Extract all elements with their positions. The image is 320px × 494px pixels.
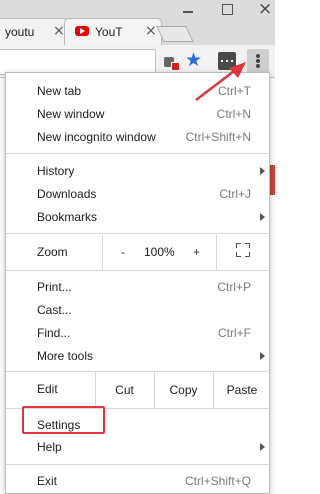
menu-item-label: Edit [37,382,58,396]
youtube-icon [75,26,89,36]
edit-divider [213,372,214,408]
menu-item-label: Downloads [37,187,97,201]
menu-separator [6,153,271,154]
submenu-arrow-icon [260,213,265,221]
maximize-icon[interactable] [219,2,235,16]
menu-item-label: Help [37,440,62,454]
tab-youtube-1[interactable]: youtu × [0,18,68,45]
zoom-divider [216,235,217,270]
menu-item-label: Print... [37,280,72,294]
paste-button[interactable]: Paste [213,375,271,405]
menu-item-label: New incognito window [37,130,156,144]
menu-item-shortcut: Ctrl+F [218,326,251,340]
menu-item-label: Zoom [37,245,68,259]
menu-item-label: Bookmarks [37,210,98,224]
extension-icon[interactable] [218,52,236,70]
menu-item-shortcut: Ctrl+Shift+N [185,130,251,144]
menu-row-edit: Edit Cut Copy Paste [6,372,271,408]
zoom-out-button[interactable]: - [121,245,125,259]
menu-item-print[interactable]: Print... Ctrl+P [6,276,271,298]
menu-item-more-tools[interactable]: More tools [6,345,271,367]
settings-highlight-box [22,406,105,434]
menu-item-downloads[interactable]: Downloads Ctrl+J [6,183,271,205]
tab-close-icon[interactable]: × [145,23,157,39]
menu-separator [6,270,271,271]
menu-item-exit[interactable]: Exit Ctrl+Shift+Q [6,470,271,492]
menu-item-help[interactable]: Help [6,436,271,458]
menu-item-label: History [37,164,75,178]
submenu-arrow-icon [260,443,265,451]
copy-button[interactable]: Copy [154,375,213,405]
menu-item-cast[interactable]: Cast... [6,299,271,321]
new-tab-button[interactable] [156,26,194,42]
menu-item-new-window[interactable]: New window Ctrl+N [6,103,271,125]
minimize-icon[interactable] [180,2,196,16]
window-controls [150,0,275,19]
menu-item-find[interactable]: Find... Ctrl+F [6,322,271,344]
tab-title: youtu [5,25,35,39]
bookmark-star-icon[interactable]: ★ [185,50,202,70]
menu-separator [6,464,271,465]
edit-divider [154,372,155,408]
menu-kebab-icon[interactable] [247,49,269,73]
menu-row-zoom: Zoom - 100% + [6,241,271,265]
menu-item-shortcut: Ctrl+P [217,280,251,294]
cut-button[interactable]: Cut [95,375,154,405]
menu-separator [6,233,271,234]
menu-item-shortcut: Ctrl+Shift+Q [184,474,251,488]
menu-item-new-incognito[interactable]: New incognito window Ctrl+Shift+N [6,126,271,148]
extension-puzzle-icon[interactable] [163,54,180,71]
tab-strip: youtu × YouT × [0,0,275,45]
menu-item-shortcut: Ctrl+N [216,107,251,121]
tab-title: YouT [95,25,123,39]
menu-item-label: Exit [37,474,58,488]
menu-item-new-tab[interactable]: New tab Ctrl+T [6,80,271,102]
menu-item-label: New tab [37,84,82,98]
submenu-arrow-icon [260,167,265,175]
menu-item-label: Cast... [37,303,72,317]
menu-item-shortcut: Ctrl+T [218,84,251,98]
menu-item-bookmarks[interactable]: Bookmarks [6,206,271,228]
menu-item-label: New window [37,107,105,121]
zoom-level: 100% [144,245,175,259]
tab-youtube-2[interactable]: YouT × [64,18,162,45]
fullscreen-icon-corners [236,243,250,257]
tab-close-icon[interactable]: × [53,23,65,39]
submenu-arrow-icon [260,352,265,360]
menu-item-shortcut: Ctrl+J [219,187,251,201]
zoom-divider [102,235,103,270]
close-window-icon[interactable] [250,0,275,19]
menu-item-history[interactable]: History [6,160,271,182]
menu-item-label: More tools [37,349,94,363]
edit-divider [95,372,96,408]
menu-item-label: Find... [37,326,71,340]
zoom-in-button[interactable]: + [193,245,200,259]
